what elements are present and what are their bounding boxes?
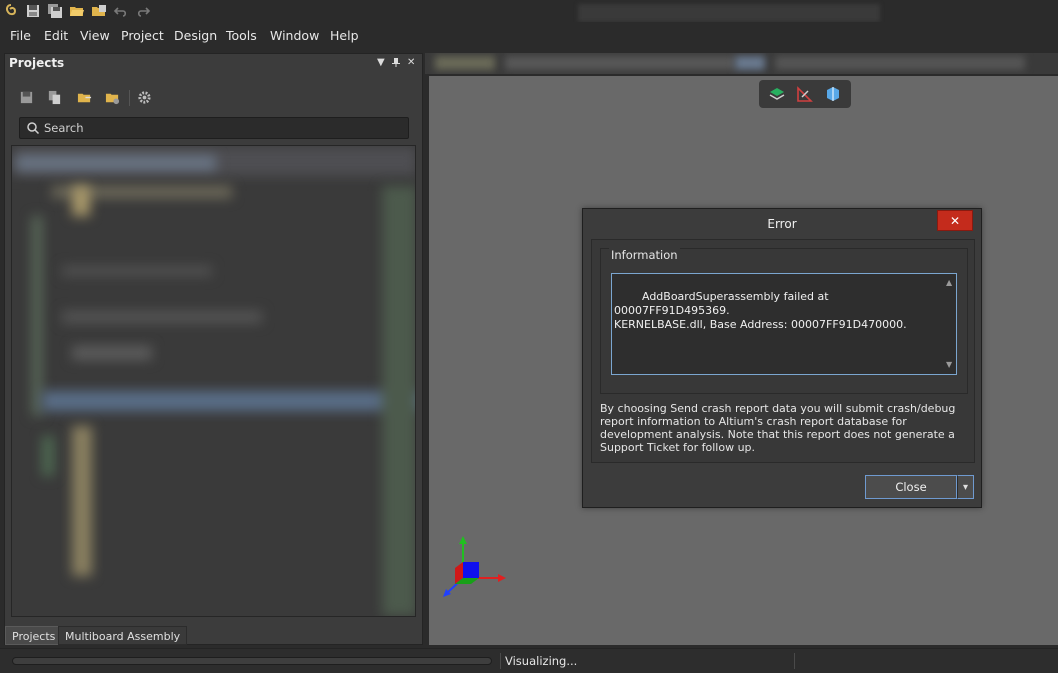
search-icon (27, 122, 40, 135)
redo-icon[interactable] (134, 2, 152, 20)
menu-edit[interactable]: Edit (44, 28, 68, 43)
textarea-scrollbar[interactable]: ▲ ▼ (944, 274, 956, 374)
search-placeholder: Search (44, 121, 84, 135)
panel-close-icon[interactable]: ✕ (407, 57, 415, 68)
close-dropdown-button[interactable]: ▾ (957, 475, 974, 499)
panel-pin-icon[interactable] (391, 57, 401, 70)
close-button[interactable]: Close (865, 475, 957, 499)
search-input[interactable]: Search (19, 117, 409, 139)
progress-bar (12, 657, 492, 665)
project-tree-redacted[interactable] (11, 145, 416, 617)
chevron-down-icon: ▾ (962, 481, 969, 493)
save-icon[interactable] (24, 2, 42, 20)
title-bar (0, 0, 1058, 22)
panel-toolbar (13, 88, 213, 110)
menu-help[interactable]: Help (330, 28, 359, 43)
window-title-redacted (578, 4, 880, 22)
menu-window[interactable]: Window (270, 28, 319, 43)
panel-title: Projects (9, 56, 65, 70)
panel-header: Projects ▼ ✕ (5, 54, 422, 74)
crash-report-notice: By choosing Send crash report data you w… (600, 402, 956, 454)
menu-bar: File Edit View Project Design Tools Wind… (0, 22, 1058, 50)
error-message-textarea[interactable]: AddBoardSuperassembly failed at 00007FF9… (611, 273, 957, 375)
tab-multiboard-assembly[interactable]: Multiboard Assembly (58, 626, 188, 645)
open-project-folder-icon[interactable] (75, 88, 93, 106)
panel-tabs: Projects Multiboard Assembly (4, 626, 424, 645)
project-options-folder-icon[interactable] (103, 88, 121, 106)
status-divider (500, 653, 501, 669)
menu-file[interactable]: File (10, 28, 31, 43)
save-all-icon[interactable] (46, 2, 64, 20)
open-folder-icon[interactable] (68, 2, 86, 20)
information-label: Information (609, 248, 680, 262)
projects-panel: Projects ▼ ✕ Search (4, 53, 423, 645)
view-toolbar (759, 80, 851, 108)
status-text: Visualizing... (505, 654, 578, 668)
document-tabs-redacted[interactable] (425, 53, 1058, 74)
panel-menu-icon[interactable]: ▼ (377, 57, 385, 68)
tab-projects[interactable]: Projects (5, 626, 63, 645)
dialog-title: Error (767, 217, 797, 231)
close-icon[interactable]: ✕ (937, 210, 973, 231)
undo-icon[interactable] (112, 2, 130, 20)
layer-stack-icon[interactable] (768, 85, 786, 103)
altium-logo-icon[interactable] (2, 2, 20, 20)
toolbar-divider (129, 90, 130, 106)
scroll-down-icon[interactable]: ▼ (946, 358, 952, 372)
copy-project-icon[interactable] (45, 88, 63, 106)
error-message-text: AddBoardSuperassembly failed at 00007FF9… (614, 290, 907, 331)
measure-tool-icon[interactable] (796, 85, 814, 103)
status-divider (794, 653, 795, 669)
3d-view-icon[interactable] (824, 85, 842, 103)
menu-design[interactable]: Design (174, 28, 217, 43)
axis-gizmo-icon (443, 536, 506, 597)
error-dialog: Error ✕ Information AddBoardSuperassembl… (582, 208, 982, 508)
information-group: Information AddBoardSuperassembly failed… (600, 248, 968, 394)
menu-view[interactable]: View (80, 28, 110, 43)
menu-tools[interactable]: Tools (226, 28, 257, 43)
scroll-up-icon[interactable]: ▲ (946, 276, 952, 290)
open-project-icon[interactable] (90, 2, 108, 20)
save-project-icon[interactable] (17, 88, 35, 106)
dialog-body: Information AddBoardSuperassembly failed… (591, 239, 975, 463)
menu-project[interactable]: Project (121, 28, 164, 43)
status-bar: Visualizing... (0, 648, 1058, 673)
close-glyph: ✕ (949, 213, 961, 228)
gear-icon[interactable] (135, 88, 153, 106)
